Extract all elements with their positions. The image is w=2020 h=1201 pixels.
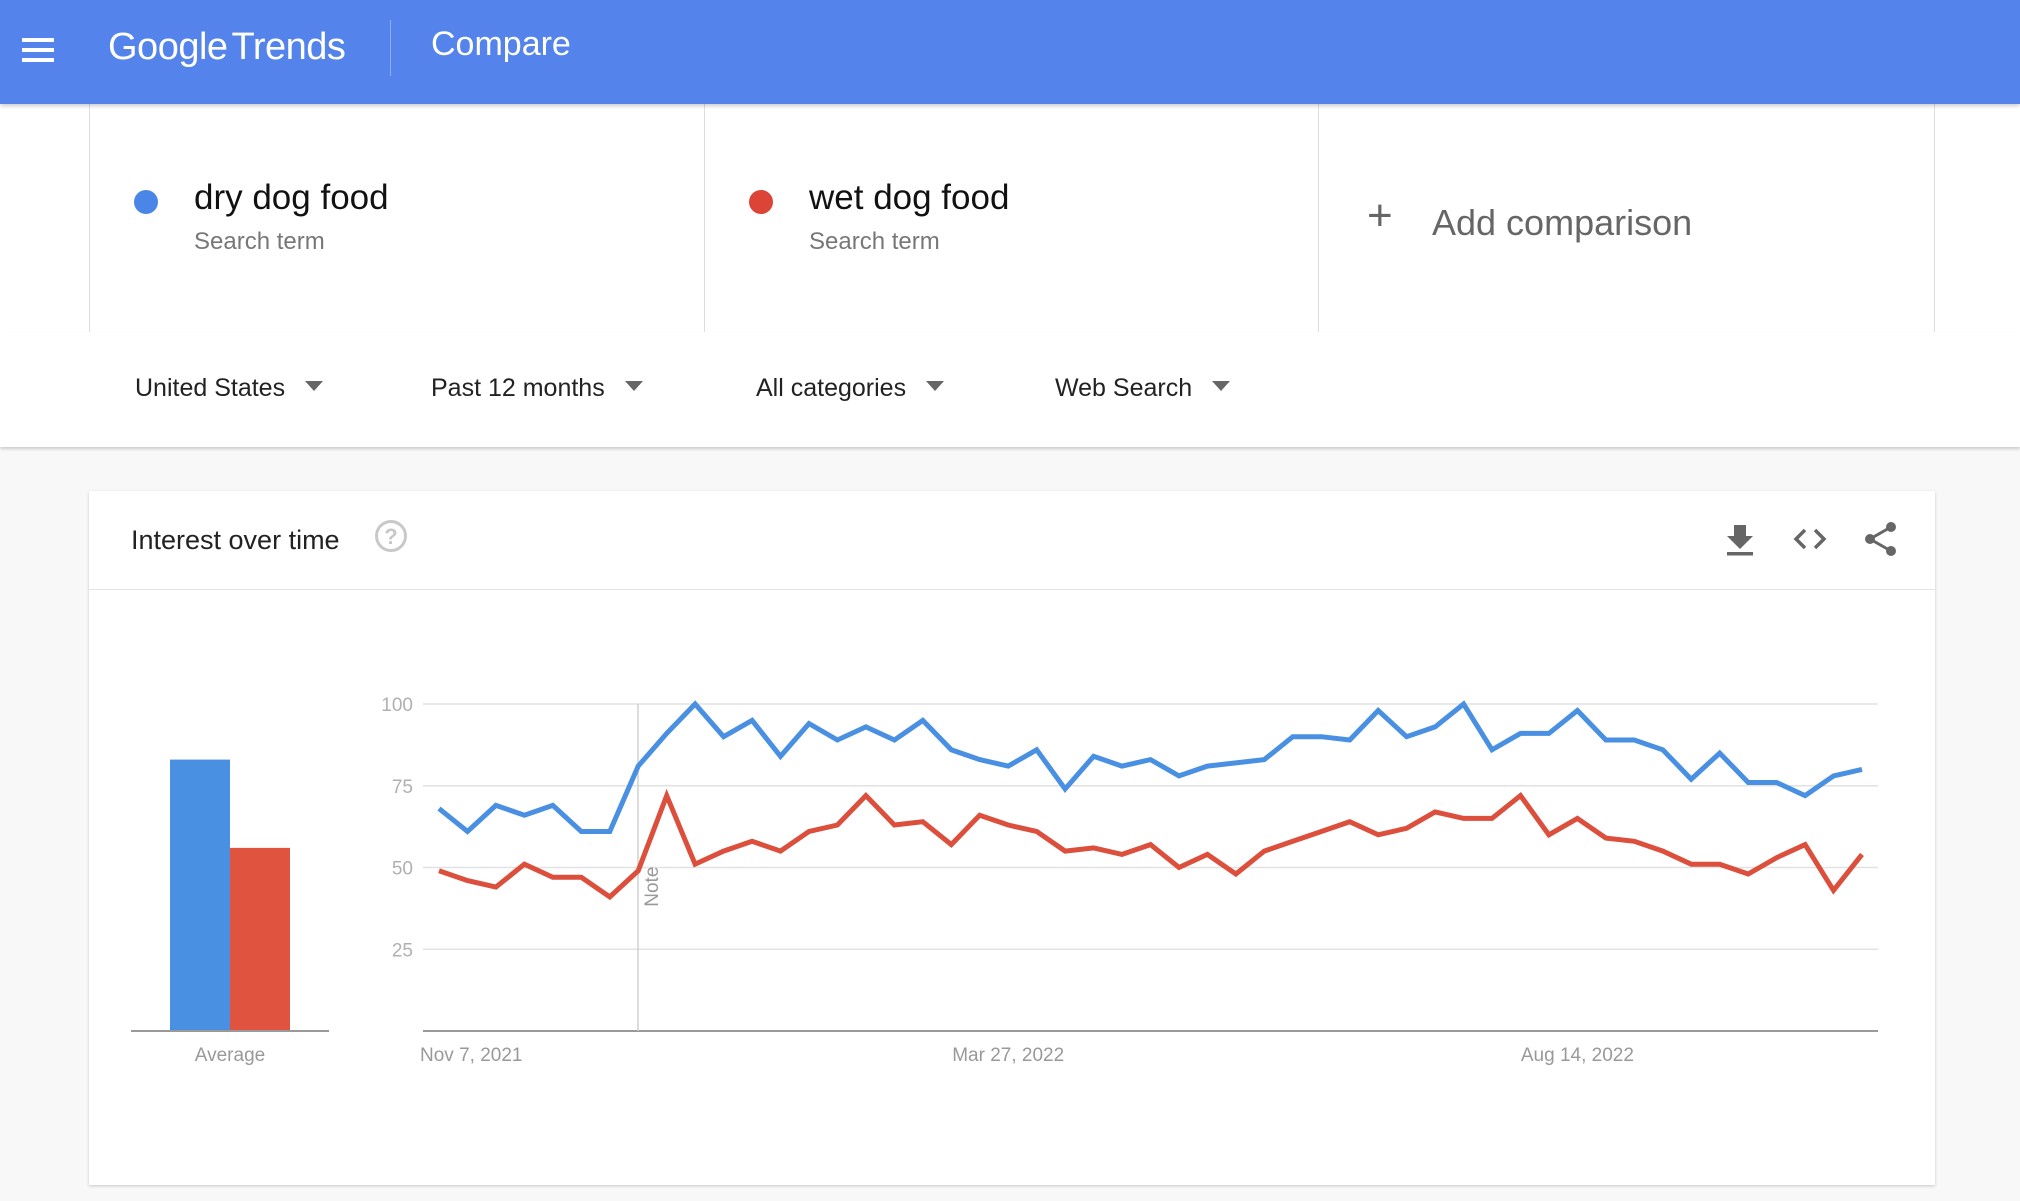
series-color-dot (749, 190, 773, 214)
embed-code-icon[interactable] (1790, 519, 1830, 559)
hamburger-menu-icon[interactable] (22, 38, 54, 64)
x-tick-label: Aug 14, 2022 (1521, 1045, 1634, 1066)
caret-down-icon (926, 381, 945, 392)
term-type: Search term (809, 228, 940, 255)
term-name: dry dog food (194, 178, 389, 217)
average-bar-dry-dog-food (170, 759, 230, 1031)
term-card-dry-dog-food[interactable]: dry dog food Search term (89, 104, 704, 332)
filter-time-range-dropdown[interactable]: Past 12 months (431, 374, 643, 403)
logo-trends-text: Trends (231, 26, 346, 68)
y-tick-label: 25 (392, 940, 413, 961)
term-type: Search term (194, 228, 325, 255)
filter-label: All categories (756, 374, 907, 402)
average-bar-chart: Average (131, 759, 329, 1066)
interest-over-time-card: Interest over time ? Average 25 50 75 100 N… (89, 491, 1935, 1185)
term-name: wet dog food (809, 178, 1010, 217)
page-title: Compare (431, 25, 571, 63)
header-divider (390, 20, 391, 76)
filter-region-dropdown[interactable]: United States (135, 374, 324, 403)
caret-down-icon (624, 381, 643, 392)
y-axis-ticks: 25 50 75 100 (381, 695, 413, 961)
logo-google-text: Google (108, 26, 228, 68)
caret-down-icon (305, 381, 324, 392)
filter-bar: United States Past 12 months All categor… (0, 332, 2020, 447)
series-line-dry-dog-food (437, 700, 1863, 835)
term-card-wet-dog-food[interactable]: wet dog food Search term (704, 104, 1318, 332)
y-tick-label: 75 (392, 777, 413, 798)
top-app-bar: Google Trends Compare (0, 0, 2020, 104)
average-label: Average (195, 1045, 265, 1066)
add-comparison-label: Add comparison (1432, 202, 1693, 243)
download-icon[interactable] (1720, 519, 1760, 559)
help-icon[interactable]: ? (375, 520, 407, 552)
card-header: Interest over time ? (89, 491, 1935, 590)
x-tick-label: Nov 7, 2021 (420, 1045, 522, 1066)
card-title: Interest over time (131, 525, 340, 555)
x-tick-label: Mar 27, 2022 (952, 1045, 1064, 1066)
average-bar-wet-dog-food (230, 847, 290, 1031)
filter-category-dropdown[interactable]: All categories (756, 374, 945, 403)
filter-label: United States (135, 374, 286, 402)
share-icon[interactable] (1861, 519, 1901, 559)
filter-label: Past 12 months (431, 374, 605, 402)
filter-search-type-dropdown[interactable]: Web Search (1055, 374, 1231, 403)
comparison-terms-bar: dry dog food Search term wet dog food Se… (0, 104, 2020, 333)
x-axis-ticks: Nov 7, 2021 Mar 27, 2022 Aug 14, 2022 (420, 1045, 1634, 1066)
plus-icon: + (1367, 191, 1393, 240)
google-trends-logo[interactable]: Google Trends (108, 26, 346, 69)
add-comparison-button[interactable]: + Add comparison (1318, 104, 1935, 332)
note-label: Note (642, 867, 663, 907)
y-tick-label: 100 (381, 695, 413, 716)
filter-label: Web Search (1055, 374, 1193, 402)
series-color-dot (134, 190, 158, 214)
interest-over-time-chart: Average 25 50 75 100 Nov 7, 2021 Mar 27, 202… (131, 695, 1878, 1066)
caret-down-icon (1212, 381, 1231, 392)
y-tick-label: 50 (392, 859, 413, 880)
